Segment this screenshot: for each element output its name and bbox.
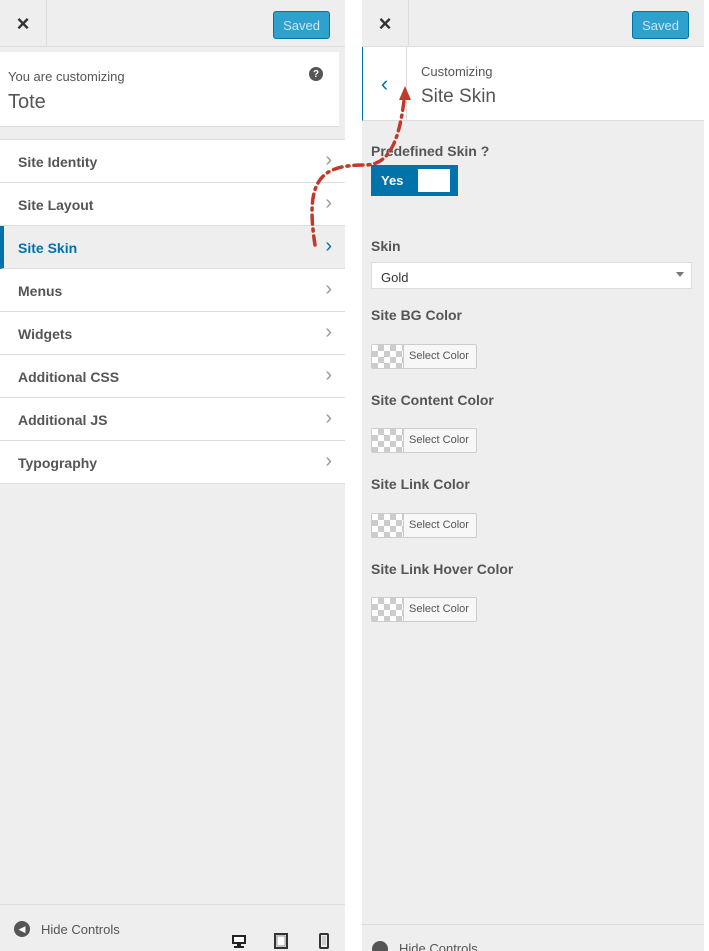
mobile-icon[interactable] [316,933,332,949]
breadcrumb: Customizing [421,64,493,79]
predefined-skin-toggle[interactable]: Yes [371,165,458,196]
hide-controls-icon[interactable]: ◀ [14,921,30,937]
section-title: Site Skin [421,86,496,107]
site-link-color-label: Site Link Color [371,476,470,492]
color-swatch [372,429,404,452]
top-bar: × Saved [0,0,345,47]
chevron-left-icon: ‹ [380,70,389,96]
skin-select-value: Gold [381,270,409,285]
select-color-label: Select Color [409,519,469,531]
menu-item-site-skin[interactable]: Site Skin › [0,226,345,269]
saved-button[interactable]: Saved [632,11,689,39]
top-bar: × Saved [362,0,704,47]
chevron-right-icon: › [325,321,332,343]
menu-item-site-identity[interactable]: Site Identity › [0,140,345,183]
customizing-info: You are customizing Tote ? [0,52,339,127]
chevron-right-icon: › [325,149,332,171]
tablet-icon[interactable] [273,933,289,949]
section-menu: Site Identity › Site Layout › Site Skin … [0,139,345,484]
menu-item-label: Additional CSS [18,369,120,385]
menu-item-label: Widgets [18,326,73,342]
close-button[interactable]: × [362,0,409,47]
skin-select[interactable]: Gold [371,262,692,289]
caret-down-icon [676,272,684,277]
footer-bar: Hide Controls [362,924,704,951]
hide-controls-button[interactable]: Hide Controls [399,941,478,951]
site-link-color-button[interactable]: Select Color [371,513,477,538]
menu-item-label: Additional JS [18,412,108,428]
chevron-right-icon: › [325,278,332,300]
skin-label: Skin [371,238,401,254]
toggle-knob [418,169,450,192]
color-swatch [372,514,404,537]
chevron-right-icon: › [325,235,332,257]
close-button[interactable]: × [0,0,47,47]
help-icon[interactable]: ? [309,67,323,81]
toggle-state: Yes [381,173,404,188]
chevron-right-icon: › [325,407,332,429]
desktop-icon[interactable] [231,933,247,949]
customizer-panel-main: × Saved You are customizing Tote ? Site … [0,0,345,951]
predefined-skin-label: Predefined Skin ? [371,143,490,159]
color-swatch [372,345,404,368]
chevron-right-icon: › [325,192,332,214]
site-content-color-button[interactable]: Select Color [371,428,477,453]
customizing-label: You are customizing [8,69,125,84]
site-bg-color-button[interactable]: Select Color [371,344,477,369]
saved-button[interactable]: Saved [273,11,330,39]
site-content-color-label: Site Content Color [371,392,494,408]
site-bg-color-label: Site BG Color [371,307,463,323]
menu-item-menus[interactable]: Menus › [0,269,345,312]
menu-item-site-layout[interactable]: Site Layout › [0,183,345,226]
footer-bar: ◀ Hide Controls [0,904,345,951]
chevron-right-icon: › [325,364,332,386]
select-color-label: Select Color [409,603,469,615]
select-color-label: Select Color [409,350,469,362]
hide-controls-button[interactable]: Hide Controls [41,922,120,937]
select-color-label: Select Color [409,434,469,446]
customizer-panel-site-skin: × Saved ‹ Customizing Site Skin Predefin… [362,0,704,951]
menu-item-additional-js[interactable]: Additional JS › [0,398,345,441]
menu-item-widgets[interactable]: Widgets › [0,312,345,355]
back-button[interactable]: ‹ [363,47,407,120]
menu-item-label: Menus [18,283,63,299]
hide-controls-icon[interactable] [372,941,388,951]
site-link-hover-color-label: Site Link Hover Color [371,561,514,577]
menu-item-label: Site Identity [18,154,98,170]
menu-item-label: Site Layout [18,197,94,213]
menu-item-label: Site Skin [18,240,78,256]
menu-item-additional-css[interactable]: Additional CSS › [0,355,345,398]
section-header: ‹ Customizing Site Skin [362,47,704,121]
theme-name: Tote [8,91,46,113]
menu-item-typography[interactable]: Typography › [0,441,345,484]
menu-item-label: Typography [18,455,98,471]
chevron-right-icon: › [325,450,332,472]
color-swatch [372,598,404,621]
site-link-hover-color-button[interactable]: Select Color [371,597,477,622]
